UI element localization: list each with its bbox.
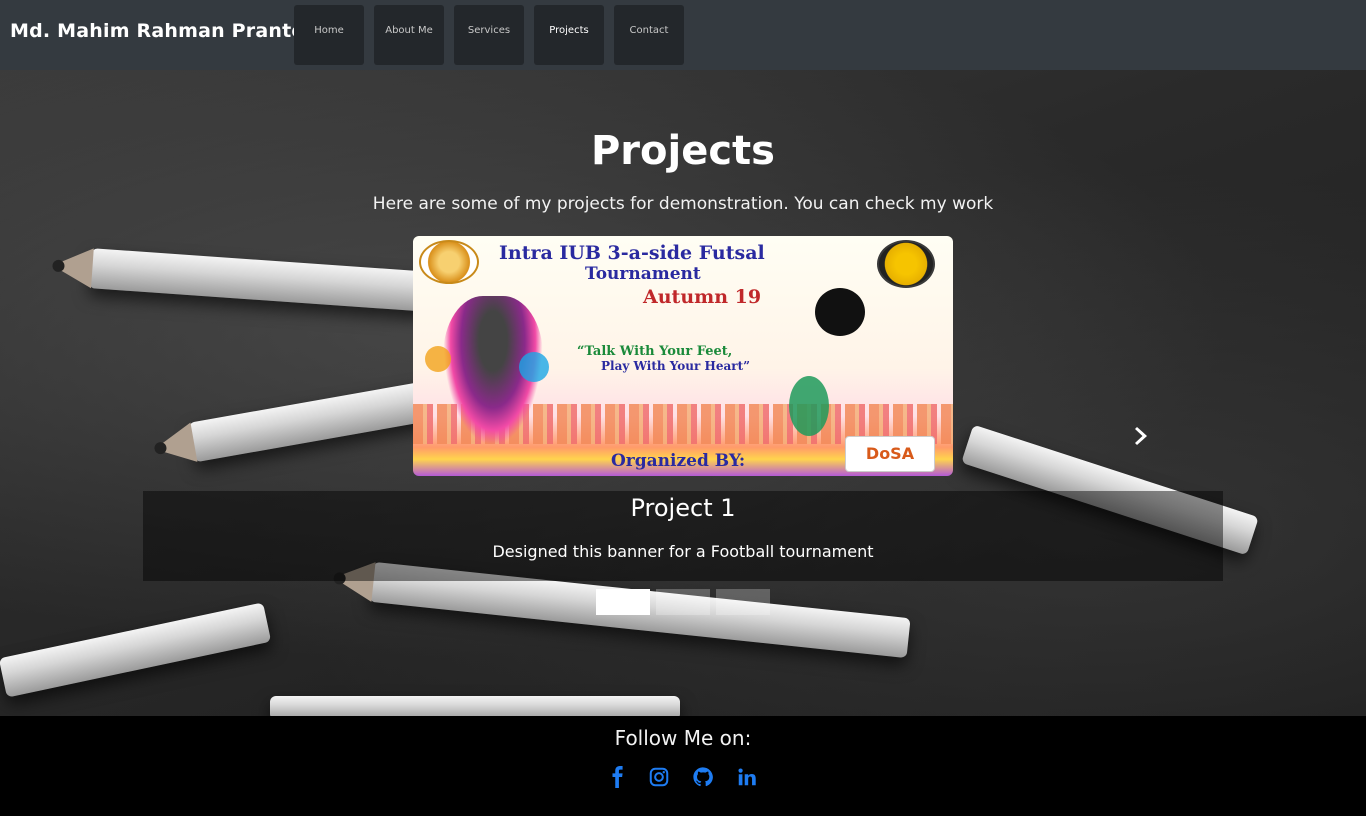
projects-hero: Projects Here are some of my projects fo…: [0, 70, 1366, 716]
banner-quote-line1: “Talk With Your Feet,: [577, 344, 733, 359]
instagram-link[interactable]: [648, 766, 670, 788]
caption-title: Project 1: [630, 494, 736, 522]
caption-text: Designed this banner for a Football tour…: [492, 542, 874, 561]
carousel-indicator-2[interactable]: [656, 589, 710, 615]
pencil-image: [0, 602, 272, 698]
nav-item-contact[interactable]: Contact: [614, 5, 684, 65]
carousel-caption: Project 1 Designed this banner for a Foo…: [143, 491, 1223, 581]
instagram-icon: [649, 767, 669, 787]
banner-ink-splash: [519, 352, 549, 382]
dosa-logo: DoSA: [845, 436, 935, 472]
pencil-image: [270, 696, 680, 716]
chevron-right-icon: [1135, 427, 1147, 445]
banner-line3: Autumn 19: [643, 286, 762, 308]
banner-line1: Intra IUB 3-a-side Futsal: [499, 242, 765, 264]
linkedin-link[interactable]: [736, 766, 758, 788]
banner-ink-splash: [815, 288, 865, 336]
banner-organized-by: Organized BY:: [611, 451, 746, 471]
nav-item-home[interactable]: Home: [294, 5, 364, 65]
carousel-next-button[interactable]: [1130, 424, 1154, 448]
page-title: Projects: [590, 128, 775, 174]
football-club-logo: [877, 240, 935, 288]
facebook-link[interactable]: [607, 766, 629, 788]
facebook-icon: [612, 766, 623, 788]
carousel-indicator-1[interactable]: [596, 589, 650, 615]
brand-name[interactable]: Md. Mahim Rahman Pranto: [10, 20, 305, 42]
university-seal-logo: [419, 240, 479, 284]
pencil-image: [51, 245, 431, 312]
linkedin-icon: [738, 768, 756, 786]
nav-item-about-me[interactable]: About Me: [374, 5, 444, 65]
github-icon: [693, 767, 713, 787]
follow-me-label: Follow Me on:: [614, 726, 752, 750]
nav-item-projects[interactable]: Projects: [534, 5, 604, 65]
github-link[interactable]: [692, 766, 714, 788]
nav-item-services[interactable]: Services: [454, 5, 524, 65]
page-subtitle: Here are some of my projects for demonst…: [372, 194, 994, 214]
footer: Follow Me on:: [0, 716, 1366, 816]
banner-ink-splash: [789, 376, 829, 436]
carousel-indicator-3[interactable]: [716, 589, 770, 615]
banner-ink-splash: [425, 346, 451, 372]
top-navbar: Md. Mahim Rahman Pranto Home About Me Se…: [0, 0, 1366, 70]
banner-quote-line2: Play With Your Heart”: [601, 359, 751, 373]
banner-line2: Tournament: [585, 264, 701, 284]
carousel-slide-image: Intra IUB 3-a-side Futsal Tournament Aut…: [413, 236, 953, 476]
